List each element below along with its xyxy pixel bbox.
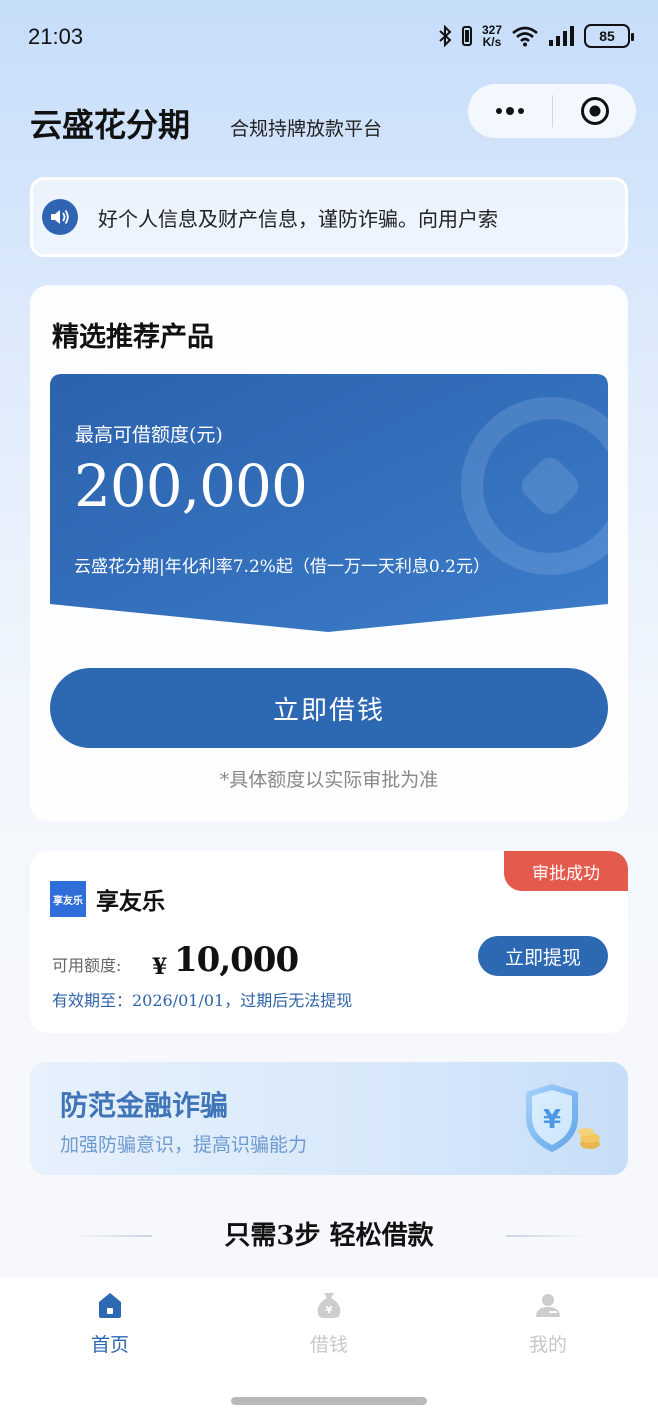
- bottom-tab-bar: 首页 ¥ 借钱 我的: [0, 1278, 658, 1416]
- divider-line-right: [506, 1235, 586, 1237]
- limit-label: 最高可借额度(元): [75, 424, 223, 446]
- svg-text:¥: ¥: [543, 1105, 561, 1135]
- tab-label-borrow: 借钱: [309, 1334, 348, 1356]
- approval-badge: 审批成功: [504, 851, 628, 891]
- product-rate-description: 云盛花分期|年化利率7.2%起（借一万一天利息0.2元）: [74, 557, 490, 577]
- limit-note: *具体额度以实际审批为准: [219, 769, 439, 791]
- anti-fraud-banner[interactable]: 防范金融诈骗 加强防骗意识，提高识骗能力 ¥: [30, 1062, 628, 1175]
- anti-fraud-title: 防范金融诈骗: [60, 1089, 229, 1122]
- recommend-title: 精选推荐产品: [52, 322, 214, 353]
- product-name: 享友乐: [96, 888, 165, 915]
- home-icon: [99, 1293, 121, 1318]
- battery-indicator: 85: [584, 24, 634, 48]
- status-time: 21:03: [28, 24, 84, 49]
- validity-text: 有效期至：2026/01/01，过期后无法提现: [52, 991, 353, 1010]
- limit-banner: 最高可借额度(元) 200,000 云盛花分期|年化利率7.2%起（借一万一天利…: [50, 374, 608, 634]
- product-card[interactable]: 审批成功 享友乐 享友乐 可用额度: ¥ 10,000 立即提现 有效期至：20…: [30, 851, 628, 1033]
- more-button[interactable]: [468, 84, 552, 138]
- shield-yen-icon: ¥: [526, 1084, 600, 1152]
- svg-text:¥: ¥: [326, 1305, 333, 1316]
- steps-heading: 只需3步 轻松借款: [224, 1221, 434, 1251]
- recommend-card: 精选推荐产品 最高可借额度(元) 200,000 云盛花分期|年化利率7.2%起…: [30, 285, 628, 821]
- tab-label-home: 首页: [90, 1334, 129, 1356]
- limit-value: 200,000: [74, 452, 308, 520]
- currency-symbol: ¥: [152, 954, 168, 980]
- available-limit-value: 10,000: [174, 940, 299, 980]
- bluetooth-icon: [439, 24, 452, 48]
- wifi-icon: [512, 26, 538, 47]
- borrow-now-button[interactable]: 立即借钱: [50, 668, 608, 748]
- tab-mine[interactable]: 我的: [488, 1290, 608, 1357]
- anti-fraud-subtitle: 加强防骗意识，提高识骗能力: [60, 1134, 308, 1156]
- app-subtitle: 合规持牌放款平台: [230, 118, 383, 140]
- net-speed-unit: K/s: [482, 35, 502, 49]
- status-bar: 21:03 327 K/s 85: [0, 0, 658, 80]
- money-bag-icon: ¥: [317, 1293, 341, 1318]
- home-indicator: [231, 1397, 427, 1405]
- close-miniprogram-button[interactable]: [553, 84, 636, 138]
- more-dots-icon: [496, 107, 524, 115]
- speaker-icon: [42, 199, 78, 235]
- notice-text: 好个人信息及财产信息，谨防诈骗。向用户索: [98, 206, 498, 231]
- target-icon: [580, 97, 609, 125]
- product-logo: 享友乐: [50, 881, 86, 917]
- mini-program-capsule: [468, 84, 636, 138]
- tab-borrow[interactable]: ¥ 借钱: [269, 1290, 389, 1357]
- signal-icon: [549, 26, 574, 46]
- notice-bar[interactable]: 好个人信息及财产信息，谨防诈骗。向用户索: [30, 177, 628, 257]
- tab-label-mine: 我的: [528, 1334, 567, 1356]
- withdraw-now-button[interactable]: 立即提现: [478, 936, 608, 976]
- net-speed: 327 K/s: [482, 24, 502, 48]
- status-icons: 327 K/s 85: [438, 24, 634, 48]
- app-title: 云盛花分期: [30, 106, 191, 144]
- available-limit-label: 可用额度:: [52, 956, 122, 975]
- tab-home[interactable]: 首页: [50, 1290, 170, 1357]
- user-icon: [536, 1294, 560, 1317]
- vibrate-icon: [461, 26, 472, 46]
